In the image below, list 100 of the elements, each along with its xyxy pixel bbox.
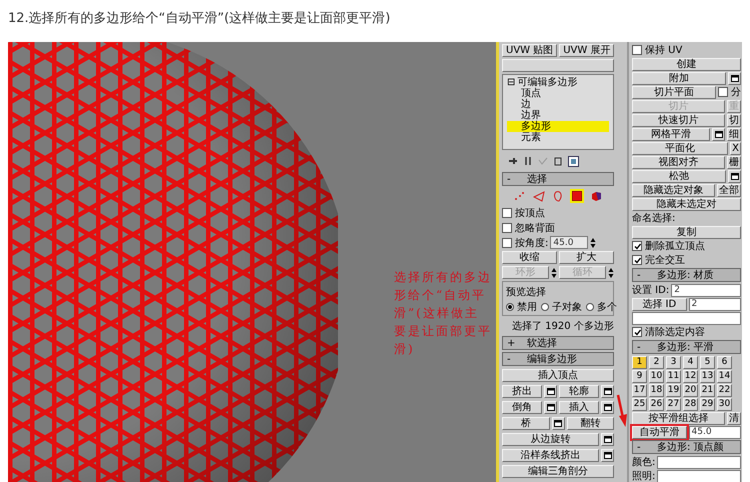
polygon-button[interactable]: 挤出 — [502, 384, 542, 398]
polygon-button[interactable]: 桥 — [502, 416, 550, 430]
polygon-button[interactable]: 从边旋转 — [502, 432, 599, 446]
panel-button[interactable]: 松弛 — [632, 170, 726, 182]
rollout-header[interactable]: - 多边形: 顶点颜 — [632, 440, 741, 454]
modifier-button[interactable] — [502, 59, 614, 72]
dropdown-field[interactable] — [632, 312, 741, 324]
settings-button[interactable] — [601, 400, 614, 414]
smoothing-group-button[interactable]: 14 — [717, 370, 732, 382]
number-field[interactable]: 2 — [671, 284, 741, 296]
rollout-header[interactable]: - 多边形: 材质 — [632, 268, 741, 282]
stack-item[interactable]: 顶点 — [507, 88, 609, 99]
smoothing-group-button[interactable]: 28 — [683, 398, 698, 410]
panel-button[interactable]: 复制 — [632, 226, 741, 238]
smoothing-group-button[interactable]: 2 — [649, 356, 664, 368]
polygon-button[interactable]: 翻转 — [566, 416, 614, 430]
smoothing-group-button[interactable]: 29 — [700, 398, 715, 410]
selection-button[interactable]: 扩大 — [559, 251, 614, 264]
configure-icon[interactable] — [568, 156, 579, 166]
smoothing-group-button[interactable]: 10 — [649, 370, 664, 382]
edge-mode-icon[interactable] — [532, 189, 546, 203]
settings-button[interactable] — [712, 128, 725, 140]
radio-button[interactable] — [541, 302, 549, 310]
stack-item[interactable]: 边 — [507, 99, 609, 110]
checkbox[interactable] — [718, 87, 728, 97]
smoothing-group-button[interactable]: 3 — [666, 356, 681, 368]
modifier-button[interactable]: UVW 展开 — [559, 44, 614, 57]
smoothing-group-button[interactable]: 22 — [717, 384, 732, 396]
settings-button[interactable] — [728, 72, 741, 84]
smoothing-group-button[interactable]: 25 — [632, 398, 647, 410]
stack-item[interactable]: 元素 — [507, 132, 609, 143]
panel-button[interactable]: 附加 — [632, 72, 726, 84]
smoothing-group-button[interactable]: 30 — [717, 398, 732, 410]
panel-button[interactable]: 切片平面 — [632, 86, 716, 98]
modifier-button[interactable]: UVW 贴图 — [502, 44, 558, 57]
smoothing-group-button[interactable]: 11 — [666, 370, 681, 382]
smoothing-group-button[interactable]: 13 — [700, 370, 715, 382]
element-mode-icon[interactable] — [589, 189, 603, 203]
settings-button[interactable] — [728, 170, 741, 182]
settings-button[interactable] — [552, 416, 564, 430]
smoothing-group-button[interactable]: 21 — [700, 384, 715, 396]
polygon-button[interactable]: 插入 — [559, 400, 599, 414]
settings-button[interactable] — [544, 400, 557, 414]
polygon-button[interactable]: 编辑三角剖分 — [502, 464, 614, 478]
panel-button[interactable]: 视图对齐 — [632, 156, 725, 168]
stack-item[interactable]: ⊟ 可编辑多边形 — [507, 77, 609, 88]
smoothing-group-button[interactable]: 1 — [632, 356, 647, 368]
smoothing-group-button[interactable]: 17 — [632, 384, 647, 396]
number-field[interactable]: 45.0 — [688, 426, 741, 438]
checkbox[interactable] — [502, 222, 512, 232]
panel-button[interactable]: 按平滑组选择 — [632, 412, 725, 424]
smoothing-group-button[interactable]: 20 — [683, 384, 698, 396]
polygon-button[interactable]: 沿样条线挤出 — [502, 448, 599, 462]
rollout-header[interactable]: - 选择 — [502, 172, 614, 186]
settings-button[interactable] — [544, 384, 557, 398]
rollout-header[interactable]: - 编辑多边形 — [502, 352, 614, 366]
panel-button[interactable]: 隐藏未选定对 — [632, 198, 741, 210]
panel-button[interactable]: 清 — [727, 412, 741, 424]
panel-button[interactable]: 自动平滑 — [632, 426, 686, 438]
stack-item[interactable]: 边界 — [507, 110, 609, 121]
panel-button[interactable]: 全部 — [717, 184, 741, 196]
number-field[interactable] — [657, 456, 741, 468]
smoothing-group-button[interactable]: 6 — [717, 356, 732, 368]
panel-button[interactable]: 平面化 — [632, 142, 728, 154]
panel-button[interactable]: 网格平滑 — [632, 128, 710, 140]
panel-button[interactable]: X — [730, 142, 741, 154]
smoothing-group-button[interactable]: 9 — [632, 370, 647, 382]
radio-button[interactable] — [506, 302, 514, 310]
panel-button[interactable]: 选择 ID — [632, 298, 686, 310]
checkbox[interactable] — [632, 45, 642, 55]
radio-button[interactable] — [586, 302, 594, 310]
settings-button[interactable] — [601, 384, 614, 398]
vertex-mode-icon[interactable] — [513, 189, 527, 203]
smoothing-group-button[interactable]: 27 — [666, 398, 681, 410]
rollout-header[interactable]: - 多边形: 平滑 — [632, 340, 741, 354]
checkbox[interactable] — [632, 241, 642, 251]
smoothing-group-button[interactable]: 18 — [649, 384, 664, 396]
check-icon[interactable] — [538, 156, 548, 166]
panel-button[interactable]: 快速切片 — [632, 114, 725, 126]
polygon-mode-icon[interactable] — [570, 189, 584, 203]
smoothing-group-button[interactable]: 26 — [649, 398, 664, 410]
panel-button[interactable]: 栅 — [727, 156, 741, 168]
smoothing-group-button[interactable]: 19 — [666, 384, 681, 396]
checkbox[interactable] — [502, 208, 512, 218]
stack-item[interactable]: 多边形 — [507, 121, 609, 132]
polygon-button[interactable]: 倒角 — [502, 400, 542, 414]
selection-button[interactable]: 收缩 — [502, 251, 557, 264]
settings-button[interactable] — [601, 448, 614, 462]
smoothing-group-button[interactable]: 12 — [683, 370, 698, 382]
rollout-header[interactable]: + 软选择 — [502, 336, 614, 350]
checkbox[interactable] — [502, 238, 512, 248]
checkbox[interactable] — [632, 327, 642, 337]
polygon-button[interactable]: 轮廓 — [559, 384, 599, 398]
panel-button[interactable]: 切 — [727, 114, 741, 126]
smoothing-group-button[interactable]: 5 — [700, 356, 715, 368]
panel-button[interactable]: 隐藏选定对象 — [632, 184, 715, 196]
smoothing-group-button[interactable]: 4 — [683, 356, 698, 368]
panel-button[interactable]: 细 — [727, 128, 741, 140]
checkbox[interactable] — [632, 255, 642, 265]
settings-button[interactable] — [601, 432, 614, 446]
